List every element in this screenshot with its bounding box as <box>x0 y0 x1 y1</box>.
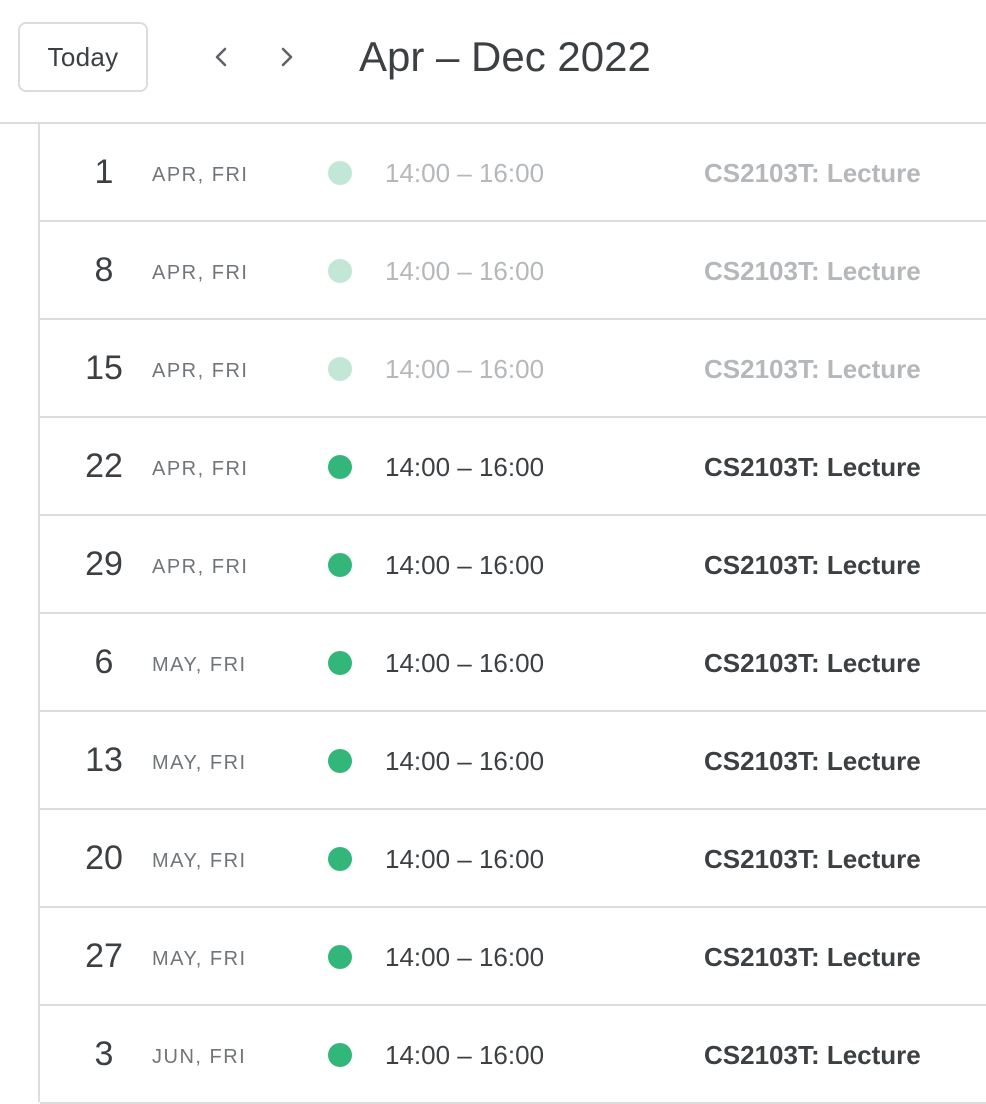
day-number[interactable]: 13 <box>66 740 142 780</box>
event-color-dot <box>328 357 352 381</box>
event-time: 14:00 – 16:00 <box>385 158 545 188</box>
event-row[interactable]: 6 MAY, FRI 14:00 – 16:00 CS2103T: Lectur… <box>40 614 986 712</box>
event-title[interactable]: CS2103T: Lecture <box>704 844 921 874</box>
event-color-dot <box>328 945 352 969</box>
event-row[interactable]: 8 APR, FRI 14:00 – 16:00 CS2103T: Lectur… <box>40 222 986 320</box>
event-time: 14:00 – 16:00 <box>385 648 545 678</box>
event-time: 14:00 – 16:00 <box>385 452 545 482</box>
event-row[interactable]: 1 APR, FRI 14:00 – 16:00 CS2103T: Lectur… <box>40 124 986 222</box>
event-color-dot <box>328 1043 352 1067</box>
event-row[interactable]: 3 JUN, FRI 14:00 – 16:00 CS2103T: Lectur… <box>40 1006 986 1104</box>
event-color-dot <box>328 553 352 577</box>
event-title[interactable]: CS2103T: Lecture <box>704 550 921 580</box>
next-period-button[interactable] <box>262 33 310 81</box>
event-row[interactable]: 27 MAY, FRI 14:00 – 16:00 CS2103T: Lectu… <box>40 908 986 1006</box>
day-month-weekday: APR, FRI <box>152 262 249 284</box>
day-number[interactable]: 15 <box>66 348 142 388</box>
event-title[interactable]: CS2103T: Lecture <box>704 942 921 972</box>
day-month-weekday: MAY, FRI <box>152 850 247 872</box>
event-time: 14:00 – 16:00 <box>385 844 545 874</box>
event-time: 14:00 – 16:00 <box>385 746 545 776</box>
event-row[interactable]: 13 MAY, FRI 14:00 – 16:00 CS2103T: Lectu… <box>40 712 986 810</box>
event-time: 14:00 – 16:00 <box>385 354 545 384</box>
day-month-weekday: APR, FRI <box>152 556 249 578</box>
previous-period-button[interactable] <box>198 33 246 81</box>
event-time: 14:00 – 16:00 <box>385 942 545 972</box>
day-month-weekday: APR, FRI <box>152 360 249 382</box>
event-color-dot <box>328 455 352 479</box>
event-color-dot <box>328 847 352 871</box>
day-month-weekday: MAY, FRI <box>152 752 247 774</box>
date-range-title: Apr – Dec 2022 <box>359 33 651 80</box>
calendar-toolbar: Today Apr – Dec 2022 <box>0 0 986 122</box>
event-title[interactable]: CS2103T: Lecture <box>704 746 921 776</box>
event-color-dot <box>328 651 352 675</box>
event-time: 14:00 – 16:00 <box>385 1040 545 1070</box>
day-number[interactable]: 29 <box>66 544 142 584</box>
day-number[interactable]: 1 <box>66 152 142 192</box>
day-month-weekday: APR, FRI <box>152 458 249 480</box>
event-title[interactable]: CS2103T: Lecture <box>704 158 921 188</box>
event-row[interactable]: 29 APR, FRI 14:00 – 16:00 CS2103T: Lectu… <box>40 516 986 614</box>
event-color-dot <box>328 161 352 185</box>
day-number[interactable]: 8 <box>66 250 142 290</box>
day-month-weekday: JUN, FRI <box>152 1046 247 1068</box>
event-row[interactable]: 22 APR, FRI 14:00 – 16:00 CS2103T: Lectu… <box>40 418 986 516</box>
event-color-dot <box>328 259 352 283</box>
day-number[interactable]: 20 <box>66 838 142 878</box>
schedule-list: 1 APR, FRI 14:00 – 16:00 CS2103T: Lectur… <box>0 122 986 1104</box>
chevron-left-icon <box>215 47 227 67</box>
event-title[interactable]: CS2103T: Lecture <box>704 1040 921 1070</box>
day-number[interactable]: 22 <box>66 446 142 486</box>
day-month-weekday: APR, FRI <box>152 164 249 186</box>
event-row[interactable]: 20 MAY, FRI 14:00 – 16:00 CS2103T: Lectu… <box>40 810 986 908</box>
day-number[interactable]: 6 <box>66 642 142 682</box>
event-time: 14:00 – 16:00 <box>385 256 545 286</box>
event-title[interactable]: CS2103T: Lecture <box>704 354 921 384</box>
day-month-weekday: MAY, FRI <box>152 948 247 970</box>
day-number[interactable]: 3 <box>66 1034 142 1074</box>
event-title[interactable]: CS2103T: Lecture <box>704 452 921 482</box>
event-time: 14:00 – 16:00 <box>385 550 545 580</box>
event-title[interactable]: CS2103T: Lecture <box>704 648 921 678</box>
event-row[interactable]: 15 APR, FRI 14:00 – 16:00 CS2103T: Lectu… <box>40 320 986 418</box>
day-number[interactable]: 27 <box>66 936 142 976</box>
chevron-right-icon <box>281 47 293 67</box>
today-button[interactable]: Today <box>18 22 148 92</box>
event-title[interactable]: CS2103T: Lecture <box>704 256 921 286</box>
day-month-weekday: MAY, FRI <box>152 654 247 676</box>
event-color-dot <box>328 749 352 773</box>
